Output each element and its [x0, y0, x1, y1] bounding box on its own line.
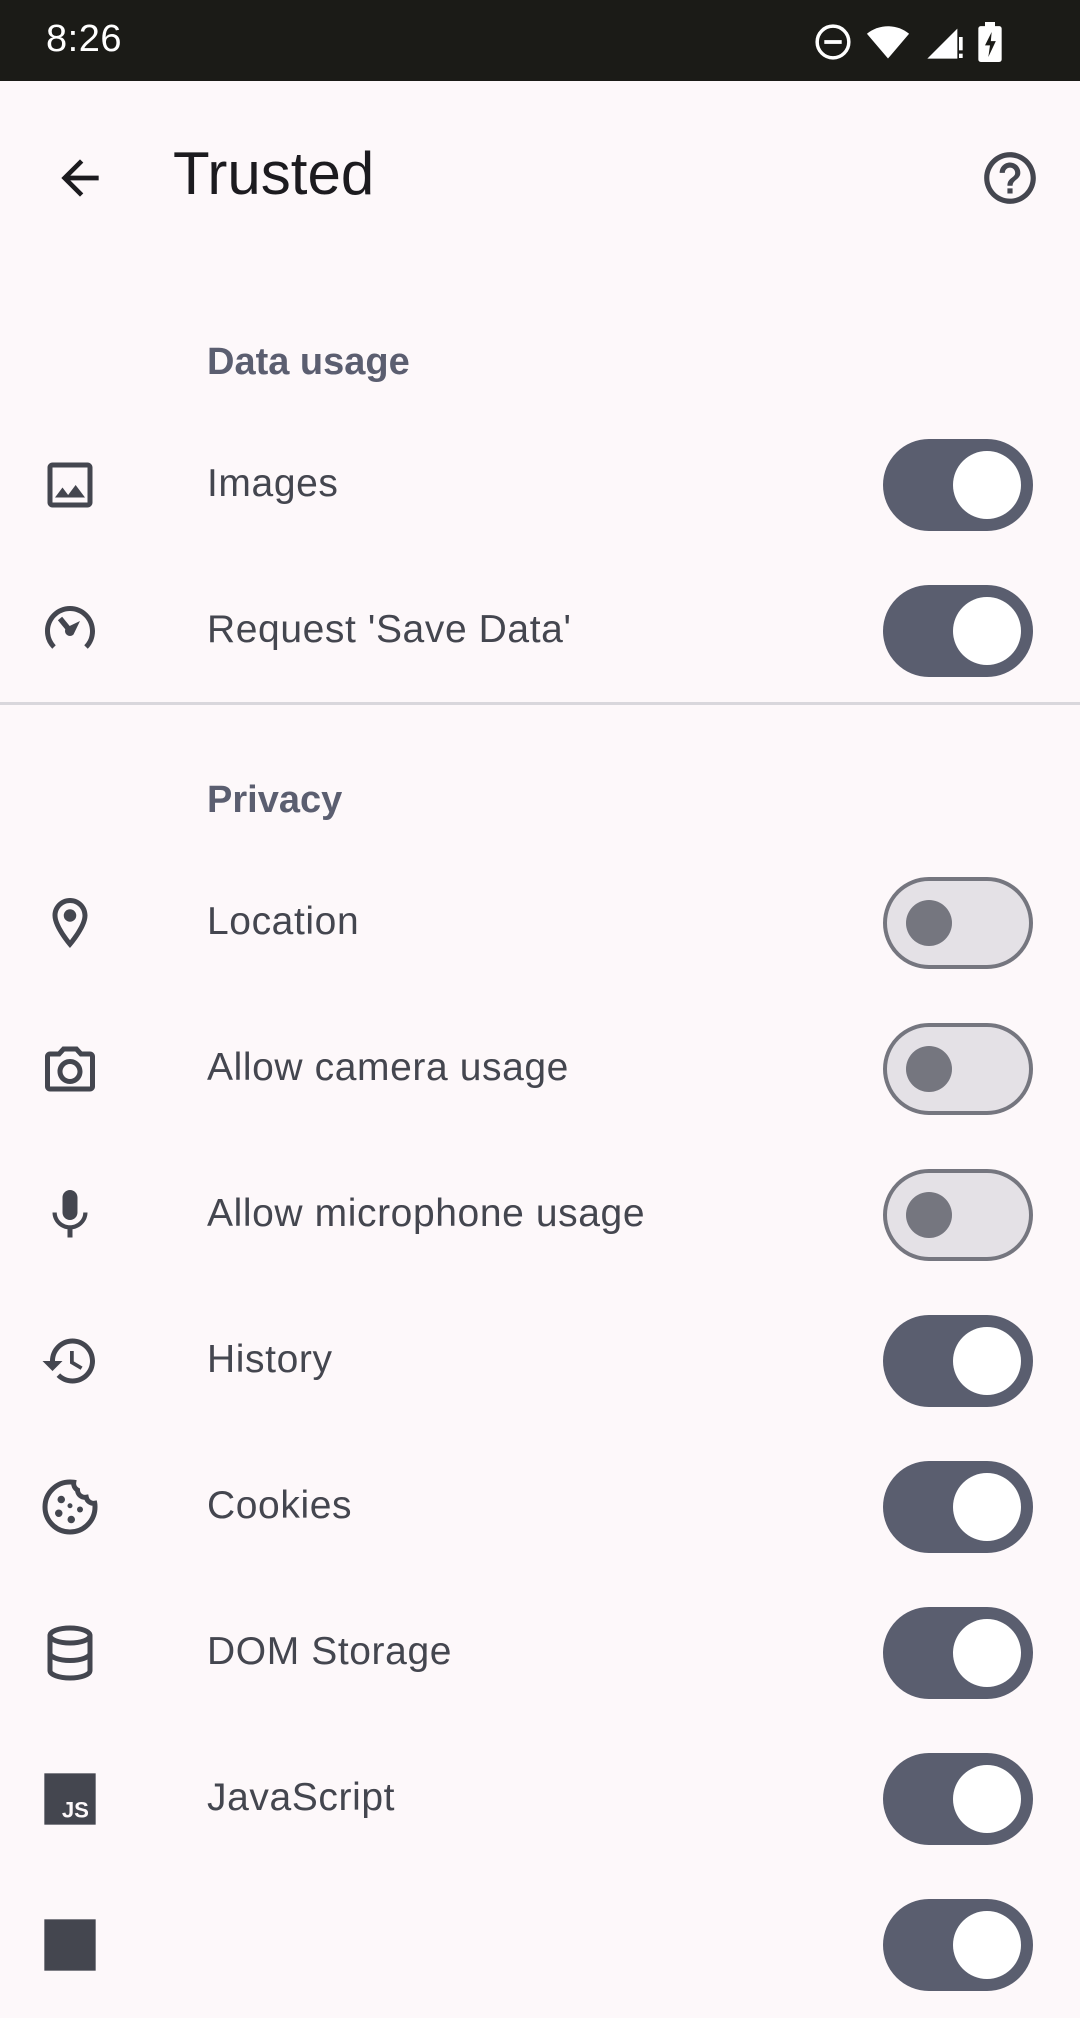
do-not-disturb-icon	[815, 24, 851, 60]
setting-label: DOM Storage	[207, 1630, 453, 1673]
history-icon	[40, 1331, 100, 1391]
camera-icon	[40, 1039, 100, 1099]
microphone-toggle[interactable]	[883, 1169, 1033, 1261]
wifi-icon	[866, 26, 910, 59]
signal-icon	[927, 28, 963, 59]
setting-row-cookies[interactable]: Cookies	[0, 1434, 1080, 1580]
save-data-toggle[interactable]	[883, 585, 1033, 677]
javascript-icon: JS	[40, 1769, 100, 1829]
setting-row-javascript[interactable]: JS JavaScript	[0, 1726, 1080, 1872]
location-pin-icon	[40, 893, 100, 953]
arrow-back-icon	[61, 159, 99, 197]
setting-label: Request 'Save Data'	[207, 608, 572, 651]
setting-label: Images	[207, 462, 339, 505]
toggle-thumb	[953, 1473, 1021, 1541]
setting-label: Cookies	[207, 1484, 353, 1527]
battery-charging-icon	[978, 22, 1002, 62]
setting-row-microphone[interactable]: Allow microphone usage	[0, 1142, 1080, 1288]
status-time: 8:26	[46, 18, 122, 60]
toggle-thumb	[953, 1911, 1021, 1979]
setting-label: Allow microphone usage	[207, 1192, 646, 1235]
setting-row-camera[interactable]: Allow camera usage	[0, 996, 1080, 1142]
back-button[interactable]	[40, 138, 120, 218]
setting-row-save-data[interactable]: Request 'Save Data'	[0, 558, 1080, 704]
image-icon	[40, 455, 100, 515]
toggle-thumb	[906, 1046, 952, 1092]
help-circle-icon	[984, 152, 1036, 204]
toggle-thumb	[953, 451, 1021, 519]
setting-row-dom-storage[interactable]: DOM Storage	[0, 1580, 1080, 1726]
status-icons	[814, 20, 1002, 64]
page-title: Trusted	[173, 140, 375, 207]
section-header-privacy: Privacy	[207, 779, 343, 821]
history-toggle[interactable]	[883, 1315, 1033, 1407]
cookies-toggle[interactable]	[883, 1461, 1033, 1553]
microphone-icon	[40, 1185, 100, 1245]
toggle-thumb	[906, 1192, 952, 1238]
camera-toggle[interactable]	[883, 1023, 1033, 1115]
partial-row-toggle[interactable]	[883, 1899, 1033, 1991]
setting-label: Allow camera usage	[207, 1046, 569, 1089]
toggle-thumb	[953, 1619, 1021, 1687]
toggle-thumb	[953, 1327, 1021, 1395]
cookie-icon	[40, 1477, 100, 1537]
setting-row-partial[interactable]	[0, 1872, 1080, 2018]
toggle-thumb	[953, 1765, 1021, 1833]
dom-storage-toggle[interactable]	[883, 1607, 1033, 1699]
javascript-toggle[interactable]	[883, 1753, 1033, 1845]
partial-row-icon	[40, 1915, 100, 1975]
speedometer-icon	[40, 601, 100, 661]
help-button[interactable]	[970, 138, 1050, 218]
toggle-thumb	[906, 900, 952, 946]
setting-label: Location	[207, 900, 360, 943]
svg-text:JS: JS	[62, 1798, 89, 1823]
location-toggle[interactable]	[883, 877, 1033, 969]
setting-row-location[interactable]: Location	[0, 850, 1080, 996]
setting-row-images[interactable]: Images	[0, 412, 1080, 558]
app-bar: Trusted	[0, 81, 1080, 265]
database-icon	[40, 1623, 100, 1683]
setting-label: History	[207, 1338, 333, 1381]
setting-row-history[interactable]: History	[0, 1288, 1080, 1434]
setting-label: JavaScript	[207, 1776, 396, 1819]
toggle-thumb	[953, 597, 1021, 665]
images-toggle[interactable]	[883, 439, 1033, 531]
status-bar: 8:26	[0, 0, 1080, 81]
section-header-data-usage: Data usage	[207, 341, 410, 383]
section-divider	[0, 702, 1080, 705]
